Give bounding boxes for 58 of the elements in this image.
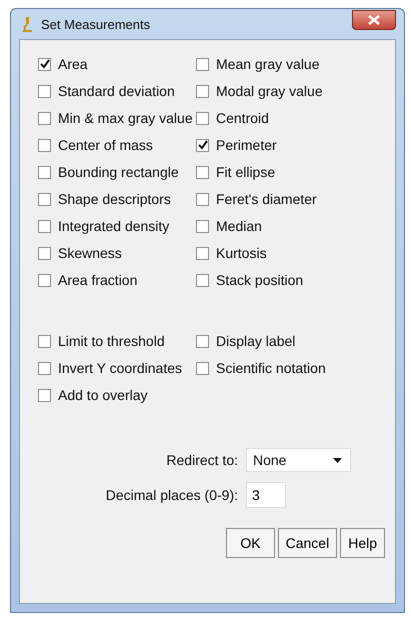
redirect-dropdown[interactable]: None bbox=[246, 448, 351, 472]
checkbox[interactable] bbox=[196, 58, 209, 70]
checkbox[interactable] bbox=[196, 192, 209, 206]
caret-icon bbox=[333, 458, 342, 462]
checkbox-label: Scientific notation bbox=[216, 360, 326, 376]
checkbox-label: Limit to threshold bbox=[58, 333, 165, 349]
checkbox-label: Mean gray value bbox=[216, 56, 320, 72]
checkbox[interactable] bbox=[38, 246, 51, 260]
checkbox-label: Display label bbox=[216, 333, 296, 349]
checkbox-label: Feret's diameter bbox=[216, 191, 317, 207]
checkbox-label: Fit ellipse bbox=[216, 164, 276, 180]
input-field[interactable]: 3 bbox=[246, 482, 286, 508]
checkbox[interactable] bbox=[38, 274, 51, 286]
dialog-button[interactable]: OK bbox=[226, 528, 275, 558]
checkbox-label: Perimeter bbox=[216, 137, 277, 153]
checkbox-label: Centroid bbox=[216, 110, 269, 126]
dialog-button[interactable]: Help bbox=[340, 528, 385, 558]
microscope-icon bbox=[21, 16, 33, 32]
checkbox[interactable] bbox=[38, 388, 51, 402]
checkbox[interactable] bbox=[196, 220, 209, 232]
checkbox-label: Stack position bbox=[216, 272, 304, 288]
checkbox[interactable] bbox=[38, 220, 51, 232]
checkbox[interactable] bbox=[196, 112, 209, 124]
checkbox-label: Shape descriptors bbox=[58, 191, 171, 207]
checkbox[interactable] bbox=[196, 166, 209, 178]
field-label: Decimal places (0-9): bbox=[106, 487, 238, 503]
checkbox-label: Area fraction bbox=[58, 272, 138, 288]
checkbox[interactable] bbox=[196, 246, 209, 260]
checkbox[interactable] bbox=[38, 84, 51, 98]
checkbox[interactable] bbox=[196, 274, 209, 286]
checkbox[interactable] bbox=[196, 138, 209, 152]
checkbox[interactable] bbox=[38, 166, 51, 178]
field-label: Redirect to: bbox=[166, 452, 238, 468]
checkbox-label: Area bbox=[58, 56, 88, 72]
checkbox[interactable] bbox=[38, 362, 51, 374]
checkbox[interactable] bbox=[196, 84, 209, 98]
checkbox-label: Median bbox=[216, 218, 262, 234]
checkbox-label: Kurtosis bbox=[216, 245, 267, 261]
checkbox-label: Standard deviation bbox=[58, 83, 175, 99]
checkbox-label: Bounding rectangle bbox=[58, 164, 179, 180]
close-icon bbox=[368, 15, 380, 25]
dialog-button[interactable]: Cancel bbox=[278, 528, 338, 558]
checkbox-label: Integrated density bbox=[58, 218, 170, 234]
checkbox[interactable] bbox=[196, 334, 209, 348]
close-button[interactable] bbox=[352, 10, 396, 30]
checkbox-label: Modal gray value bbox=[216, 83, 323, 99]
checkbox[interactable] bbox=[196, 362, 209, 374]
checkbox[interactable] bbox=[38, 112, 51, 124]
checkbox[interactable] bbox=[38, 334, 51, 348]
checkbox-label: Skewness bbox=[58, 245, 122, 261]
checkbox-label: Min & max gray value bbox=[58, 110, 193, 126]
checkbox-label: Add to overlay bbox=[58, 387, 148, 403]
window-title: Set Measurements bbox=[41, 16, 150, 32]
checkbox-label: Center of mass bbox=[58, 137, 153, 153]
checkbox[interactable] bbox=[38, 58, 51, 70]
checkbox[interactable] bbox=[38, 192, 51, 206]
checkbox[interactable] bbox=[38, 138, 51, 152]
checkbox-label: Invert Y coordinates bbox=[58, 360, 182, 376]
